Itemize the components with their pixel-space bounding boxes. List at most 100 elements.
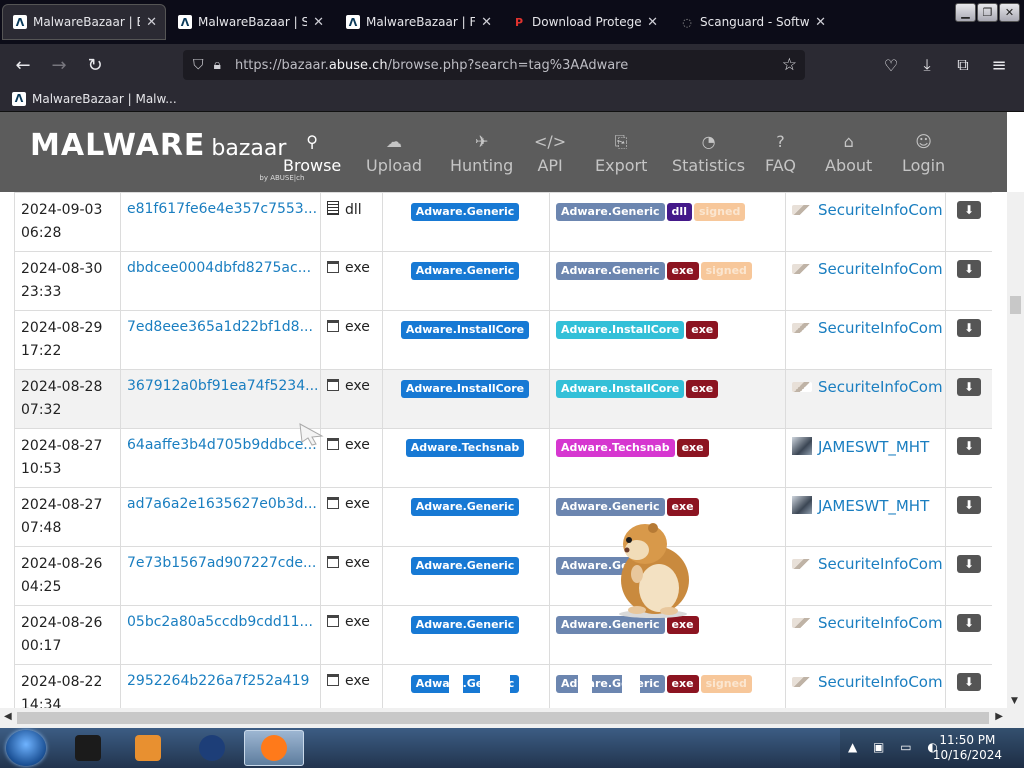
site-logo[interactable]: MALWARE bazaar by ABUSE|ch: [30, 128, 304, 182]
signature-badge[interactable]: Adware.Generic: [410, 498, 520, 516]
download-icon[interactable]: ⬇: [957, 437, 981, 455]
sha256-link[interactable]: e81f617fe6e4e357c7553...: [127, 201, 317, 217]
browser-tab-4[interactable]: P Download Protegent ✕: [502, 4, 666, 40]
sha256-link[interactable]: 2952264b226a7f252a419: [127, 673, 309, 689]
tag-badge[interactable]: exe: [666, 675, 699, 693]
tag-badge[interactable]: Adware.Generic: [556, 616, 665, 634]
pocket-icon[interactable]: ♡: [876, 56, 906, 75]
tag-badge[interactable]: Adware.InstallCore: [556, 380, 685, 398]
download-icon[interactable]: ⬇: [957, 201, 981, 219]
reporter-link[interactable]: SecuriteInfoCom: [818, 378, 943, 396]
forward-arrow-icon[interactable]: →: [44, 55, 74, 76]
minimize-button[interactable]: ▁: [955, 3, 976, 22]
tray-icons[interactable]: ▲ ▣ ▭ ◐: [848, 740, 944, 754]
start-button[interactable]: [6, 730, 46, 766]
horizontal-scrollbar[interactable]: ◀ ▶: [0, 708, 1007, 728]
tag-badge[interactable]: exe: [686, 380, 719, 398]
bookmark-malwarebazaar[interactable]: MalwareBazaar | Malw...: [32, 92, 177, 106]
download-icon[interactable]: ⬇: [957, 555, 981, 573]
signature-badge[interactable]: Adware.Generic: [410, 557, 520, 575]
signature-badge[interactable]: Adware.Generic: [410, 203, 520, 221]
tag-badge[interactable]: signed: [700, 262, 752, 280]
browser-tab-5[interactable]: ◌ Scanguard - Softwar ✕: [670, 4, 834, 40]
download-icon[interactable]: ⬇: [957, 260, 981, 278]
close-window-button[interactable]: ✕: [999, 3, 1020, 22]
tag-badge[interactable]: signed: [693, 203, 746, 221]
tag-badge[interactable]: Adware.Generic: [556, 675, 665, 693]
nav-browse[interactable]: ⚲ Browse: [283, 132, 341, 175]
signature-badge[interactable]: Adware.InstallCore: [400, 321, 530, 339]
scroll-down-arrow-icon[interactable]: ▼: [1011, 696, 1018, 706]
tracking-shield-icon[interactable]: ⛉: [193, 57, 204, 73]
browser-tab-3[interactable]: Λ MalwareBazaar | FAQ ✕: [336, 4, 500, 40]
bookmark-star-icon[interactable]: ☆: [782, 55, 797, 75]
reporter-link[interactable]: SecuriteInfoCom: [818, 201, 943, 219]
extensions-icon[interactable]: ⧉: [948, 55, 978, 75]
taskbar-app-black-box[interactable]: [58, 730, 118, 766]
vertical-scrollbar[interactable]: ▼: [1007, 192, 1024, 708]
nav-api[interactable]: </> API: [534, 132, 566, 175]
taskbar-app-globe[interactable]: [182, 730, 242, 766]
sha256-link[interactable]: dbdcee0004dbfd8275ac...: [127, 260, 311, 276]
tag-badge[interactable]: Adware.InstallCore: [556, 321, 685, 339]
close-tab-icon[interactable]: ✕: [481, 15, 492, 30]
close-tab-icon[interactable]: ✕: [313, 15, 324, 30]
taskbar-app-firefox[interactable]: [244, 730, 304, 766]
nav-faq[interactable]: ? FAQ: [765, 132, 796, 175]
tag-badge[interactable]: Adware.Techsnab: [556, 439, 675, 457]
reload-icon[interactable]: ↻: [80, 55, 110, 76]
sha256-link[interactable]: 05bc2a80a5ccdb9cdd11...: [127, 614, 313, 630]
signature-badge[interactable]: Adware.Generic: [410, 262, 520, 280]
reporter-link[interactable]: JAMESWT_MHT: [818, 497, 929, 515]
download-icon[interactable]: ⬇: [957, 496, 981, 514]
close-tab-icon[interactable]: ✕: [815, 15, 826, 30]
signature-badge[interactable]: Adware.Generic: [410, 616, 520, 634]
vertical-scroll-thumb[interactable]: [1010, 296, 1021, 314]
reporter-link[interactable]: SecuriteInfoCom: [818, 614, 943, 632]
hamburger-menu-icon[interactable]: ≡: [984, 55, 1014, 76]
reporter-link[interactable]: SecuriteInfoCom: [818, 555, 943, 573]
address-bar[interactable]: ⛉ 🔒︎ https://bazaar.abuse.ch/browse.php?…: [183, 50, 805, 80]
signature-badge[interactable]: Adware.InstallCore: [400, 380, 530, 398]
tag-badge[interactable]: Adware.Generic: [556, 262, 665, 280]
taskbar-app-media-player[interactable]: [118, 730, 178, 766]
nav-about[interactable]: ⌂ About: [825, 132, 872, 175]
maximize-button[interactable]: ❐: [977, 3, 998, 22]
tag-badge[interactable]: exe: [666, 616, 699, 634]
clock[interactable]: 11:50 PM 10/16/2024: [933, 733, 1002, 763]
tag-badge[interactable]: Adware.Generic: [556, 498, 665, 516]
horizontal-scroll-thumb[interactable]: [17, 712, 989, 724]
sha256-link[interactable]: 64aaffe3b4d705b9ddbce...: [127, 437, 317, 453]
back-arrow-icon[interactable]: ←: [8, 55, 38, 76]
close-tab-icon[interactable]: ✕: [647, 15, 658, 30]
scroll-left-arrow-icon[interactable]: ◀: [4, 711, 12, 722]
close-tab-icon[interactable]: ✕: [146, 15, 157, 30]
reporter-link[interactable]: SecuriteInfoCom: [818, 260, 943, 278]
signature-badge[interactable]: Adware.Techsnab: [405, 439, 525, 457]
tag-badge[interactable]: exe: [666, 262, 699, 280]
nav-hunting[interactable]: ✈ Hunting: [450, 132, 513, 175]
url-text[interactable]: https://bazaar.abuse.ch/browse.php?searc…: [235, 58, 628, 73]
scroll-right-arrow-icon[interactable]: ▶: [995, 711, 1003, 722]
sha256-link[interactable]: ad7a6a2e1635627e0b3d...: [127, 496, 317, 512]
sha256-link[interactable]: 7ed8eee365a1d22bf1d8...: [127, 319, 313, 335]
tag-badge[interactable]: exe: [686, 321, 719, 339]
tag-badge[interactable]: dll: [666, 203, 692, 221]
reporter-link[interactable]: SecuriteInfoCom: [818, 319, 943, 337]
browser-tab-1[interactable]: Λ MalwareBazaar | Bro ✕: [2, 4, 166, 40]
reporter-link[interactable]: JAMESWT_MHT: [818, 438, 929, 456]
nav-upload[interactable]: ☁ Upload: [366, 132, 422, 175]
nav-export[interactable]: ⎘ Export: [595, 132, 647, 175]
downloads-icon[interactable]: ⤓: [912, 55, 942, 75]
download-icon[interactable]: ⬇: [957, 614, 981, 632]
lock-icon[interactable]: 🔒︎: [214, 57, 221, 73]
tag-badge[interactable]: signed: [700, 675, 752, 693]
nav-statistics[interactable]: ◔ Statistics: [672, 132, 745, 175]
tag-badge[interactable]: exe: [666, 498, 699, 516]
sha256-link[interactable]: 367912a0bf91ea74f5234...: [127, 378, 318, 394]
reporter-link[interactable]: SecuriteInfoCom: [818, 673, 943, 691]
nav-login[interactable]: ☺ Login: [902, 132, 945, 175]
tag-badge[interactable]: Adware.Generic: [556, 203, 665, 221]
download-icon[interactable]: ⬇: [957, 673, 981, 691]
download-icon[interactable]: ⬇: [957, 319, 981, 337]
